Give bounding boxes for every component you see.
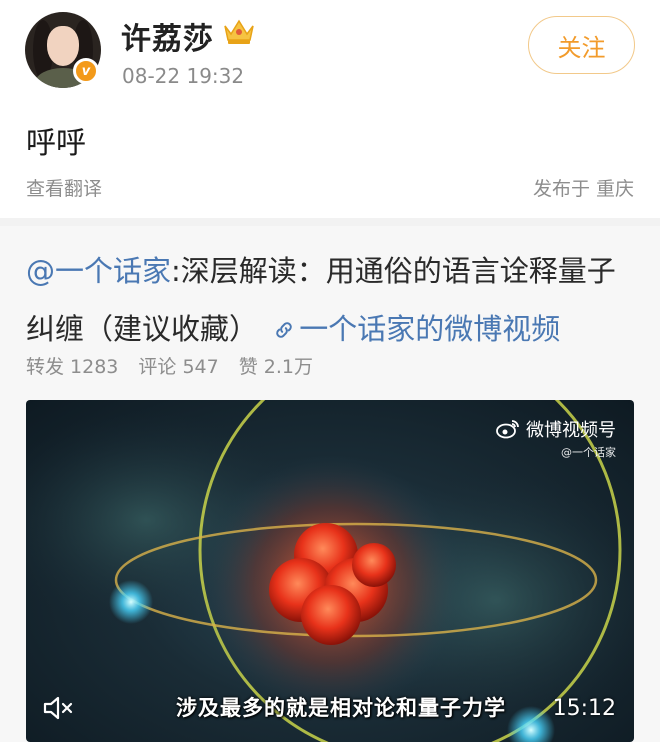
mute-icon[interactable] [42,694,74,722]
repost-text: @一个话家:深层解读：用通俗的语言诠释量子纠缠（建议收藏） 一个话家的微博视频 [26,242,638,358]
username[interactable]: 许荔莎 [121,14,214,58]
translate-link[interactable]: 查看翻译 [26,174,102,201]
repost-count[interactable]: 转发 1283 [26,352,118,379]
video-subtitle: 涉及最多的就是相对论和量子力学 [176,696,506,720]
watermark-title: 微博视频号 [526,420,616,441]
watermark-sub: @一个话家 [561,446,616,459]
follow-button[interactable]: 关注 [528,16,635,74]
video-player[interactable]: 微博视频号 @一个话家 涉及最多的就是相对论和量子力学 15:12 [26,400,634,742]
weibo-logo-icon [496,420,519,439]
crown-icon [224,19,254,44]
post-location: 发布于 重庆 [532,178,634,200]
verified-badge-icon: v [73,58,99,84]
mention-link[interactable]: @一个话家 [26,254,171,288]
post-card: v 许荔莎 08-22 19:32 关注 呼呼 查看翻译 发布于 重庆 [0,0,660,218]
repost-card[interactable]: @一个话家:深层解读：用通俗的语言诠释量子纠缠（建议收藏） 一个话家的微博视频 … [0,226,660,742]
comment-count[interactable]: 评论 547 [138,352,218,379]
post-timestamp: 08-22 19:32 [122,64,245,88]
link-icon [276,322,292,338]
post-content: 呼呼 [26,126,86,161]
repost-stats: 转发 1283 评论 547 赞 2.1万 [26,352,313,379]
watermark: 微博视频号 @一个话家 [496,416,616,460]
video-duration: 15:12 [552,696,616,721]
video-link[interactable]: 一个话家的微博视频 [299,312,560,346]
like-count[interactable]: 赞 2.1万 [239,352,313,379]
divider [0,218,660,226]
